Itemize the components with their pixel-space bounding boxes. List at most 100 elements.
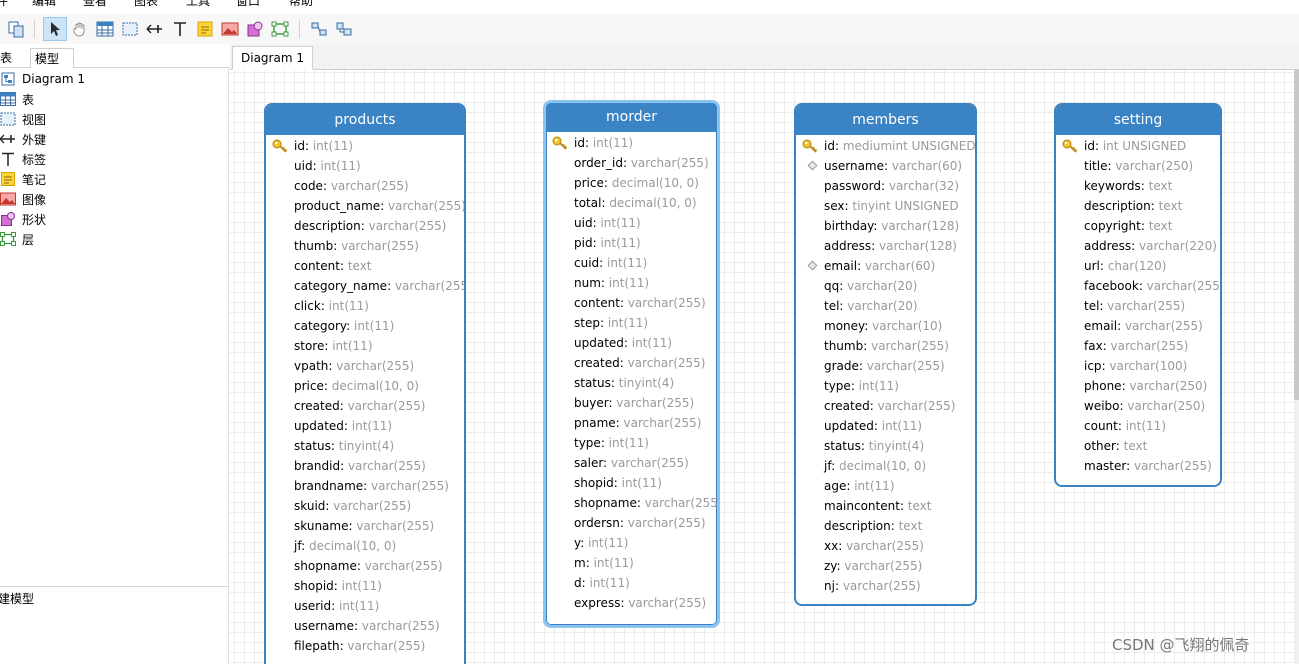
auto-layout-icon[interactable] (332, 17, 356, 41)
field-row[interactable]: uid: int(11) (266, 156, 464, 176)
field-row[interactable]: copyright: text (1056, 216, 1220, 236)
field-row[interactable]: order_id: varchar(255) (546, 153, 717, 173)
table-morder[interactable]: morder id: int(11) order_id: varchar(255)… (543, 100, 720, 628)
table-title[interactable]: members (796, 105, 975, 135)
field-row[interactable]: brandid: varchar(255) (266, 456, 464, 476)
field-row[interactable]: pid: int(11) (546, 233, 717, 253)
field-row[interactable]: address: varchar(220) (1056, 236, 1220, 256)
field-row[interactable]: status: tinyint(4) (796, 436, 975, 456)
tree-item-tables[interactable]: 表 (0, 89, 34, 109)
field-row[interactable]: shopname: varchar(255) (546, 493, 717, 513)
view-icon[interactable] (118, 17, 142, 41)
foreign-key-icon[interactable] (143, 17, 167, 41)
table-members[interactable]: members id: mediumint UNSIGNED username: … (794, 103, 977, 606)
field-row[interactable]: money: varchar(10) (796, 316, 975, 336)
field-row[interactable]: keywords: text (1056, 176, 1220, 196)
table-products[interactable]: products id: int(11) uid: int(11) code: va… (264, 103, 466, 664)
field-row[interactable]: address: varchar(128) (796, 236, 975, 256)
field-row[interactable]: password: varchar(32) (796, 176, 975, 196)
field-row[interactable]: click: int(11) (266, 296, 464, 316)
field-row[interactable]: category_name: varchar(255) (266, 276, 464, 296)
field-row[interactable]: description: text (1056, 196, 1220, 216)
note-icon[interactable] (193, 17, 217, 41)
field-row[interactable]: status: tinyint(4) (546, 373, 717, 393)
field-row[interactable]: age: int(11) (796, 476, 975, 496)
field-row[interactable]: skuname: varchar(255) (266, 516, 464, 536)
field-row[interactable]: phone: varchar(250) (1056, 376, 1220, 396)
field-row[interactable]: category: int(11) (266, 316, 464, 336)
field-row[interactable]: type: int(11) (796, 376, 975, 396)
vertical-scrollbar[interactable] (1294, 70, 1299, 664)
field-row[interactable]: username: varchar(255) (266, 616, 464, 636)
menu-diagram[interactable]: 图表 (134, 0, 158, 9)
field-row[interactable]: total: decimal(10, 0) (546, 193, 717, 213)
field-row[interactable]: facebook: varchar(255) (1056, 276, 1220, 296)
copy-icon[interactable] (4, 17, 28, 41)
field-row[interactable]: username: varchar(60) (796, 156, 975, 176)
field-row[interactable]: price: decimal(10, 0) (266, 376, 464, 396)
field-row[interactable]: product_name: varchar(255) (266, 196, 464, 216)
hand-icon[interactable] (68, 17, 92, 41)
tree-item-notes[interactable]: 笔记 (0, 169, 46, 189)
field-row[interactable]: price: decimal(10, 0) (546, 173, 717, 193)
field-row[interactable]: nj: varchar(255) (796, 576, 975, 596)
menu-view[interactable]: 查看 (83, 0, 107, 9)
field-row[interactable]: master: varchar(255) (1056, 456, 1220, 476)
field-row[interactable]: jf: decimal(10, 0) (266, 536, 464, 556)
field-row[interactable]: xx: varchar(255) (796, 536, 975, 556)
tree-item-diagram[interactable]: Diagram 1 (0, 69, 85, 89)
field-row[interactable]: d: int(11) (546, 573, 717, 593)
tab-model[interactable]: 模型 (30, 48, 74, 68)
tree-item-images[interactable]: 图像 (0, 189, 46, 209)
field-row[interactable]: fax: varchar(255) (1056, 336, 1220, 356)
field-row[interactable]: step: int(11) (546, 313, 717, 333)
menu-window[interactable]: 窗口 (236, 0, 260, 9)
menu-tools[interactable]: 工具 (186, 0, 210, 9)
field-row[interactable]: jf: decimal(10, 0) (796, 456, 975, 476)
field-row[interactable]: status: tinyint(4) (266, 436, 464, 456)
field-row[interactable]: cuid: int(11) (546, 253, 717, 273)
field-row[interactable]: filepath: varchar(255) (266, 636, 464, 656)
diagram-canvas[interactable]: products id: int(11) uid: int(11) code: va… (230, 70, 1294, 664)
field-row[interactable]: id: int(11) (266, 136, 464, 156)
field-row[interactable]: content: text (266, 256, 464, 276)
field-row[interactable]: url: char(120) (1056, 256, 1220, 276)
field-row[interactable]: vpath: varchar(255) (266, 356, 464, 376)
field-row[interactable]: brandname: varchar(255) (266, 476, 464, 496)
field-row[interactable]: y: int(11) (546, 533, 717, 553)
menu-edit[interactable]: 编辑 (32, 0, 56, 9)
tree-item-labels[interactable]: 标签 (0, 149, 46, 169)
field-row[interactable]: shopname: varchar(255) (266, 556, 464, 576)
field-row[interactable]: tel: varchar(20) (796, 296, 975, 316)
shape-icon[interactable] (243, 17, 267, 41)
tab-tables[interactable]: 表 (0, 48, 16, 68)
field-row[interactable]: shopid: int(11) (266, 576, 464, 596)
field-row[interactable]: buyer: varchar(255) (546, 393, 717, 413)
tab-diagram-1[interactable]: Diagram 1 (232, 46, 313, 70)
table-title[interactable]: setting (1056, 105, 1220, 135)
field-row[interactable]: grade: varchar(255) (796, 356, 975, 376)
field-row[interactable]: shopid: int(11) (546, 473, 717, 493)
align-icon[interactable] (307, 17, 331, 41)
field-row[interactable]: updated: int(11) (796, 416, 975, 436)
field-row[interactable]: userid: int(11) (266, 596, 464, 616)
field-row[interactable]: email: varchar(60) (796, 256, 975, 276)
menu-help[interactable]: 帮助 (289, 0, 313, 9)
field-row[interactable]: uid: int(11) (546, 213, 717, 233)
field-row[interactable]: pname: varchar(255) (546, 413, 717, 433)
tree-item-foreign-keys[interactable]: 外键 (0, 129, 46, 149)
field-row[interactable]: tel: varchar(255) (1056, 296, 1220, 316)
field-row[interactable]: title: varchar(250) (1056, 156, 1220, 176)
field-row[interactable]: zy: varchar(255) (796, 556, 975, 576)
field-row[interactable]: id: int(11) (546, 133, 717, 153)
image-icon[interactable] (218, 17, 242, 41)
field-row[interactable]: m: int(11) (546, 553, 717, 573)
field-row[interactable]: created: varchar(255) (546, 353, 717, 373)
field-row[interactable]: qq: varchar(20) (796, 276, 975, 296)
field-row[interactable]: num: int(11) (546, 273, 717, 293)
field-row[interactable]: thumb: varchar(255) (266, 236, 464, 256)
field-row[interactable]: created: varchar(255) (266, 396, 464, 416)
field-row[interactable]: skuid: varchar(255) (266, 496, 464, 516)
field-row[interactable]: id: mediumint UNSIGNED (796, 136, 975, 156)
field-row[interactable]: updated: int(11) (546, 333, 717, 353)
